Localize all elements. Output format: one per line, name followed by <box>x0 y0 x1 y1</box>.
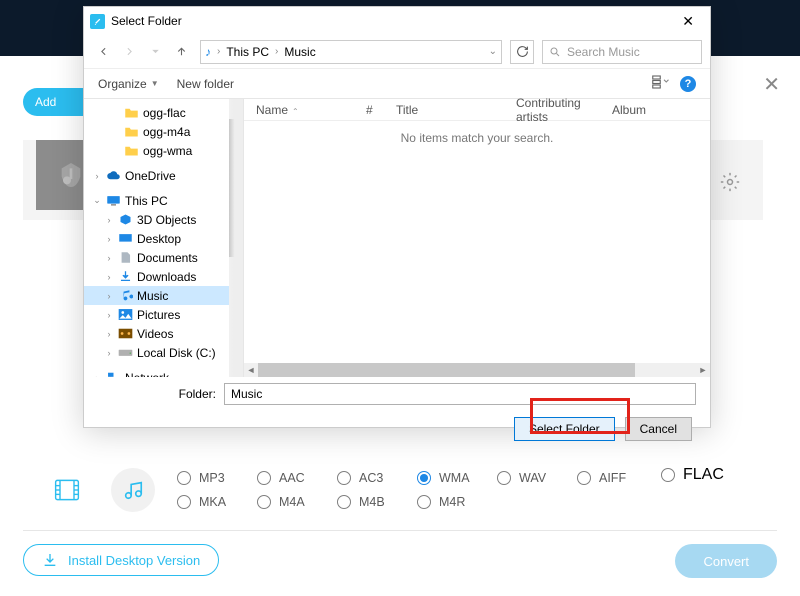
app-icon <box>90 14 105 29</box>
documents-icon <box>118 251 133 264</box>
dialog-title: Select Folder <box>111 14 182 28</box>
radio-wma[interactable]: WMA <box>417 471 497 485</box>
breadcrumb-music[interactable]: Music <box>284 45 315 59</box>
toolbar: Organize▼ New folder ? <box>84 69 710 99</box>
drive-icon <box>118 346 133 359</box>
address-bar[interactable]: ♪ › This PC › Music ⌄ <box>200 40 502 64</box>
tree-item-videos[interactable]: ›Videos <box>84 324 243 343</box>
search-input[interactable]: Search Music <box>542 40 702 64</box>
radio-flac[interactable]: FLAC <box>661 466 724 484</box>
objects3d-icon <box>118 213 133 226</box>
help-button[interactable]: ? <box>680 76 696 92</box>
tree-item-onedrive[interactable]: ›OneDrive <box>84 166 243 185</box>
view-options-button[interactable] <box>652 75 670 92</box>
add-button[interactable]: Add <box>23 88 83 116</box>
pc-icon <box>106 194 121 207</box>
file-list: Name⌃ # Title Contributing artists Album… <box>244 99 710 377</box>
desktop-icon <box>118 232 133 245</box>
breadcrumb-thispc[interactable]: This PC <box>226 45 269 59</box>
col-name[interactable]: Name⌃ <box>256 103 366 117</box>
list-scroll-thumb[interactable] <box>258 363 635 377</box>
empty-message: No items match your search. <box>244 131 710 145</box>
tree-item-ogg-m4a[interactable]: ogg-m4a <box>84 122 243 141</box>
search-placeholder: Search Music <box>567 45 640 59</box>
radio-aiff[interactable]: AIFF <box>577 471 657 485</box>
tree-item-network[interactable]: ›Network <box>84 368 243 377</box>
folder-icon <box>124 144 139 157</box>
tree-item-desktop[interactable]: ›Desktop <box>84 229 243 248</box>
folder-label: Folder: <box>98 387 216 401</box>
back-button[interactable] <box>92 41 114 63</box>
cancel-button[interactable]: Cancel <box>625 417 692 441</box>
folder-input[interactable] <box>224 383 696 405</box>
col-title[interactable]: Title <box>396 103 516 117</box>
search-icon <box>549 46 561 58</box>
download-icon <box>42 552 58 568</box>
radio-m4b[interactable]: M4B <box>337 495 417 509</box>
chevron-right-icon: › <box>273 46 280 57</box>
tree-item-3dobjects[interactable]: ›3D Objects <box>84 210 243 229</box>
tree-item-localdisk[interactable]: ›Local Disk (C:) <box>84 343 243 362</box>
folder-tree: ogg-flac ogg-m4a ogg-wma ›OneDrive ⌄This… <box>84 99 244 377</box>
tree-item-ogg-flac[interactable]: ogg-flac <box>84 103 243 122</box>
downloads-icon <box>118 270 133 283</box>
music-icon: ♪ <box>205 45 211 59</box>
convert-button[interactable]: Convert <box>675 544 777 578</box>
scroll-right-icon[interactable]: ► <box>696 363 710 377</box>
dialog-close-button[interactable]: ✕ <box>672 13 704 30</box>
organize-menu[interactable]: Organize▼ <box>98 77 159 91</box>
radio-mp3[interactable]: MP3 <box>177 471 257 485</box>
chevron-down-icon[interactable]: ⌄ <box>489 46 497 57</box>
tree-scrollbar[interactable] <box>229 99 243 377</box>
tree-item-ogg-wma[interactable]: ogg-wma <box>84 141 243 160</box>
folder-icon <box>124 106 139 119</box>
scroll-left-icon[interactable]: ◄ <box>244 363 258 377</box>
radio-mka[interactable]: MKA <box>177 495 257 509</box>
gear-icon[interactable] <box>720 172 740 197</box>
tree-scroll-thumb[interactable] <box>229 119 243 257</box>
close-icon[interactable]: ✕ <box>763 72 780 97</box>
tree-item-music[interactable]: ›Music <box>84 286 243 305</box>
refresh-button[interactable] <box>510 40 534 64</box>
radio-ac3[interactable]: AC3 <box>337 471 417 485</box>
new-folder-button[interactable]: New folder <box>177 77 234 91</box>
audio-format-icon[interactable] <box>111 468 155 512</box>
videos-icon <box>118 327 133 340</box>
folder-icon <box>124 125 139 138</box>
radio-wav[interactable]: WAV <box>497 471 577 485</box>
format-bar: MP3 AAC AC3 WMA WAV AIFF MKA M4A M4B M4R… <box>23 456 777 524</box>
tree-item-downloads[interactable]: ›Downloads <box>84 267 243 286</box>
sort-icon: ⌃ <box>292 107 299 116</box>
select-folder-dialog: Select Folder ✕ ♪ › This PC › Music ⌄ Se… <box>83 6 711 428</box>
list-scrollbar[interactable]: ◄ ► <box>244 363 710 377</box>
dialog-titlebar: Select Folder ✕ <box>84 7 710 35</box>
format-radios: MP3 AAC AC3 WMA WAV AIFF MKA M4A M4B M4R <box>177 466 657 514</box>
recent-dropdown[interactable] <box>144 41 166 63</box>
install-desktop-button[interactable]: Install Desktop Version <box>23 544 219 576</box>
col-number[interactable]: # <box>366 103 396 117</box>
column-headers[interactable]: Name⌃ # Title Contributing artists Album <box>244 99 710 121</box>
up-button[interactable] <box>170 41 192 63</box>
tree-item-thispc[interactable]: ⌄This PC <box>84 191 243 210</box>
select-folder-button[interactable]: Select Folder <box>514 417 615 441</box>
tree-item-pictures[interactable]: ›Pictures <box>84 305 243 324</box>
nav-bar: ♪ › This PC › Music ⌄ Search Music <box>84 35 710 69</box>
tree-item-documents[interactable]: ›Documents <box>84 248 243 267</box>
music-icon <box>118 289 133 302</box>
chevron-right-icon: › <box>215 46 222 57</box>
cloud-icon <box>106 169 121 182</box>
video-format-icon[interactable] <box>49 472 85 508</box>
col-contrib[interactable]: Contributing artists <box>516 96 612 124</box>
radio-aac[interactable]: AAC <box>257 471 337 485</box>
forward-button[interactable] <box>118 41 140 63</box>
pictures-icon <box>118 308 133 321</box>
radio-m4r[interactable]: M4R <box>417 495 497 509</box>
col-album[interactable]: Album <box>612 103 710 117</box>
divider <box>23 530 777 531</box>
network-icon <box>106 371 121 377</box>
radio-m4a[interactable]: M4A <box>257 495 337 509</box>
